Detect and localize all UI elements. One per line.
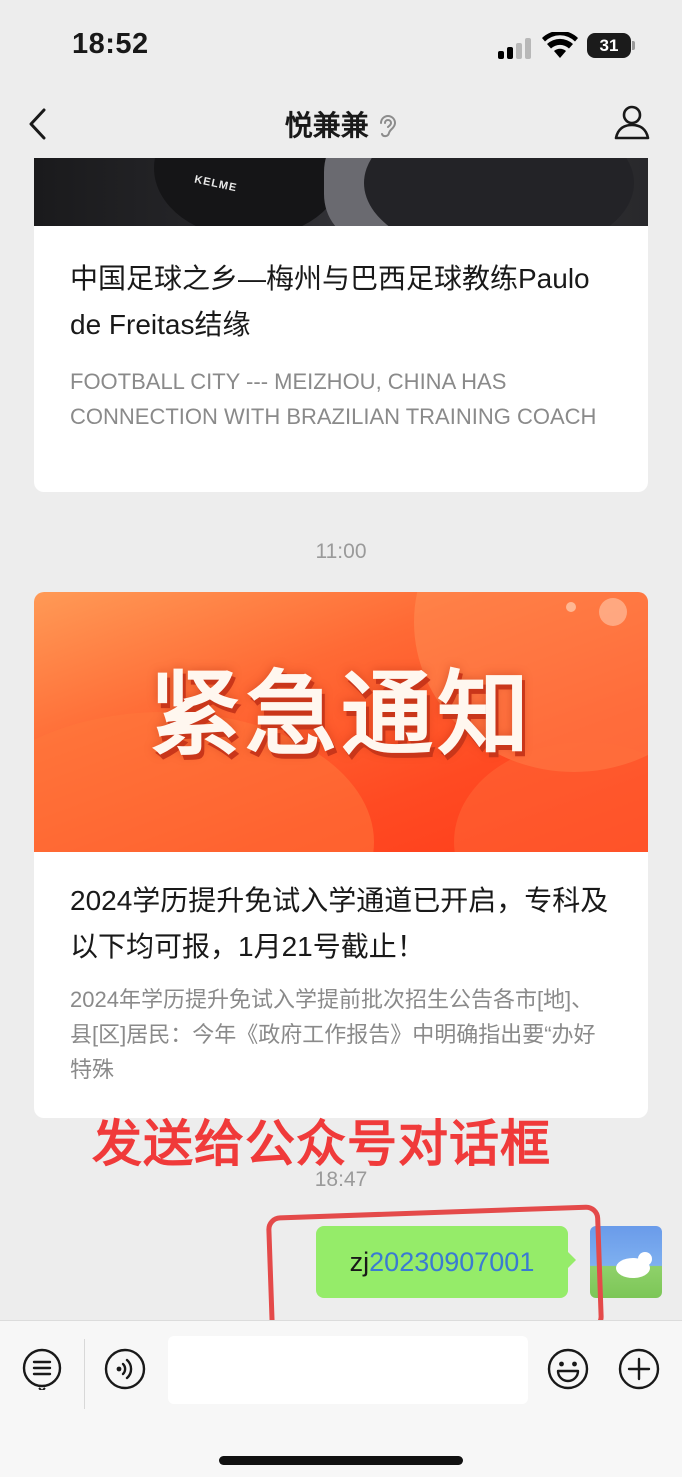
emoji-icon[interactable] [547, 1348, 589, 1390]
status-time: 18:52 [72, 28, 149, 60]
signal-icon [498, 37, 534, 59]
article-description: FOOTBALL CITY --- MEIZHOU, CHINA HAS CON… [70, 369, 597, 429]
chat-header: 悦兼兼 [0, 92, 682, 156]
message-input[interactable] [168, 1336, 528, 1404]
annotation-text: 发送给公众号对话框 [92, 1116, 551, 1172]
home-indicator [219, 1456, 463, 1465]
ear-icon [380, 115, 397, 138]
banner-text: 紧急通知 [148, 664, 533, 766]
wifi-icon [542, 32, 578, 58]
article-image: KELME [34, 158, 648, 226]
chat-title[interactable]: 悦兼兼 [285, 110, 369, 141]
status-bar: 18:52 31 [0, 0, 682, 92]
article-card[interactable]: KELME 中国足球之乡—梅州与巴西足球教练Paulo de Freitas结缘… [34, 158, 648, 492]
battery-icon: 31 [587, 33, 635, 58]
article-title: 中国足球之乡—梅州与巴西足球教练Paulo de Freitas结缘 [70, 263, 590, 340]
menu-list-icon[interactable] [21, 1348, 63, 1390]
voice-icon[interactable] [104, 1348, 146, 1390]
battery-level: 31 [587, 33, 631, 58]
timestamp: 11:00 [315, 540, 367, 563]
article-description: 2024年学历提升免试入学提前批次招生公告各市[地]、县[区]居民：今年《政府工… [70, 987, 596, 1082]
chat-area[interactable]: KELME 中国足球之乡—梅州与巴西足球教练Paulo de Freitas结缘… [0, 158, 682, 1320]
person-icon[interactable] [612, 102, 652, 142]
divider [84, 1339, 85, 1409]
article-title: 2024学历提升免试入学通道已开启，专科及以下均可报，1月21号截止！ [70, 885, 609, 962]
annotation-highlight-box [265, 1204, 605, 1320]
chat-title-wrap: 悦兼兼 [0, 104, 682, 144]
timestamp: 18:47 [314, 1168, 368, 1191]
article-banner: 紧急通知 [34, 592, 648, 852]
plus-icon[interactable] [618, 1348, 660, 1390]
input-bar [0, 1320, 682, 1477]
article-card[interactable]: 紧急通知 2024学历提升免试入学通道已开启，专科及以下均可报，1月21号截止！… [34, 592, 648, 1118]
